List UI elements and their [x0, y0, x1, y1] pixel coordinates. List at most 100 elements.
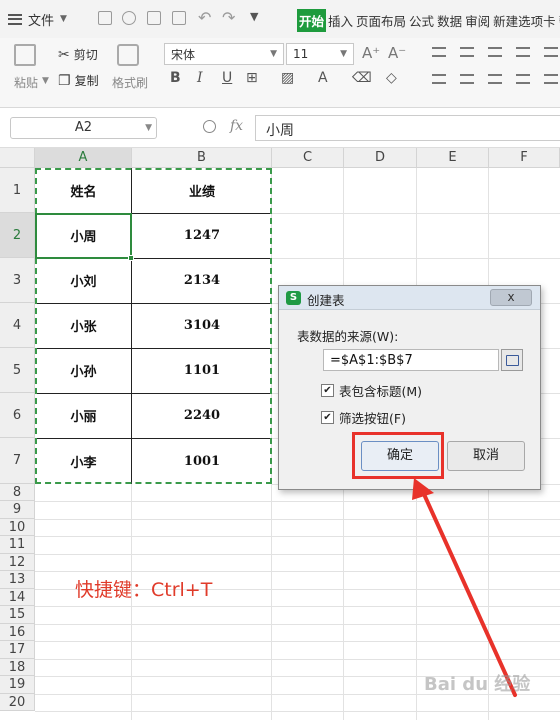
gridline: [35, 536, 560, 537]
wrap-text-icon[interactable]: [516, 47, 530, 57]
tab-formulas[interactable]: 公式: [408, 9, 435, 32]
eraser-icon[interactable]: ⌫: [352, 70, 372, 86]
align-center-icon[interactable]: [460, 74, 474, 84]
distribute-icon[interactable]: [544, 74, 558, 84]
row-header-5[interactable]: 5: [0, 348, 35, 393]
close-button[interactable]: x: [490, 289, 532, 306]
formula-bar: A2 ▼ fx 小周: [0, 108, 560, 148]
tab-review[interactable]: 审阅: [464, 9, 491, 32]
row-header-15[interactable]: 15: [0, 606, 35, 624]
row-header-6[interactable]: 6: [0, 393, 35, 438]
redo-icon[interactable]: ↷: [222, 8, 235, 27]
name-box[interactable]: A2 ▼: [10, 117, 157, 139]
select-all-corner[interactable]: [0, 148, 35, 168]
clear-format-icon[interactable]: ◇: [386, 70, 397, 86]
source-range-input[interactable]: =$A$1:$B$7: [323, 349, 499, 371]
row-header-9[interactable]: 9: [0, 501, 35, 519]
column-header-e[interactable]: E: [417, 148, 489, 168]
copy-icon: ❐: [58, 72, 71, 89]
fx-icon[interactable]: fx: [230, 118, 243, 134]
align-left-icon[interactable]: [432, 74, 446, 84]
gridline: [35, 711, 560, 712]
range-select-icon[interactable]: [501, 349, 523, 371]
justify-icon[interactable]: [516, 74, 530, 84]
paste-button-label[interactable]: 粘贴: [14, 74, 38, 91]
row-header-10[interactable]: 10: [0, 519, 35, 536]
font-name-select[interactable]: 宋体 ▼: [164, 43, 284, 65]
borders-icon[interactable]: ⊞: [246, 70, 258, 86]
decrease-font-icon[interactable]: A⁻: [388, 44, 406, 62]
fill-color-icon[interactable]: ▨: [281, 70, 294, 86]
cut-button[interactable]: ✂ 剪切: [58, 46, 98, 63]
row-header-7[interactable]: 7: [0, 438, 35, 484]
tab-page-layout[interactable]: 页面布局: [355, 9, 407, 32]
file-menu-label: 文件: [28, 13, 55, 29]
filter-checkbox-label: 筛选按钮(F): [339, 411, 406, 426]
column-header-a[interactable]: A: [35, 148, 132, 168]
row-header-20[interactable]: 20: [0, 694, 35, 711]
formula-input[interactable]: 小周: [255, 115, 560, 141]
tab-data[interactable]: 数据: [436, 9, 463, 32]
bold-button[interactable]: B: [170, 70, 181, 86]
filter-checkbox-row[interactable]: ✔ 筛选按钮(F): [321, 408, 406, 427]
export-icon[interactable]: [122, 11, 136, 25]
tab-new-tab[interactable]: 新建选项卡: [492, 9, 557, 32]
dialog-title-bar[interactable]: S 创建表 x: [279, 286, 540, 310]
column-header-b[interactable]: B: [132, 148, 272, 168]
font-name-value: 宋体: [171, 47, 196, 62]
filter-checkbox[interactable]: ✔: [321, 411, 334, 424]
header-checkbox-row[interactable]: ✔ 表包含标题(M): [321, 381, 422, 400]
row-header-13[interactable]: 13: [0, 571, 35, 589]
copy-button[interactable]: ❐ 复制: [58, 72, 99, 89]
scissors-icon: ✂: [58, 46, 70, 63]
format-painter-label[interactable]: 格式刷: [112, 74, 148, 91]
row-header-12[interactable]: 12: [0, 554, 35, 571]
align-right-icon[interactable]: [488, 74, 502, 84]
header-checkbox-label: 表包含标题(M): [339, 384, 423, 399]
row-header-16[interactable]: 16: [0, 624, 35, 641]
gridline: [35, 606, 560, 607]
undo-icon[interactable]: ↶: [198, 8, 211, 27]
header-checkbox[interactable]: ✔: [321, 384, 334, 397]
source-label: 表数据的来源(W):: [297, 329, 399, 344]
row-header-1[interactable]: 1: [0, 168, 35, 213]
row-header-4[interactable]: 4: [0, 303, 35, 348]
row-header-19[interactable]: 19: [0, 676, 35, 694]
save-icon[interactable]: [98, 11, 112, 25]
cancel-button[interactable]: 取消: [447, 441, 525, 471]
quick-access-more-icon[interactable]: ▼: [250, 10, 258, 23]
row-header-17[interactable]: 17: [0, 641, 35, 659]
row-header-14[interactable]: 14: [0, 589, 35, 606]
column-header-c[interactable]: C: [272, 148, 344, 168]
column-header-f[interactable]: F: [489, 148, 560, 168]
font-color-icon[interactable]: A: [318, 70, 328, 86]
row-header-11[interactable]: 11: [0, 536, 35, 554]
increase-font-icon[interactable]: A⁺: [362, 44, 380, 62]
column-header-d[interactable]: D: [344, 148, 417, 168]
tab-insert[interactable]: 插入: [327, 9, 354, 32]
align-bottom-icon[interactable]: [488, 47, 502, 57]
format-painter-icon[interactable]: [117, 44, 139, 66]
underline-button[interactable]: U: [222, 70, 232, 86]
gridline: [272, 213, 560, 214]
paste-icon[interactable]: [14, 44, 36, 66]
ribbon-tabs: 开始 插入 页面布局 公式 数据 审阅 新建选项卡 帮: [297, 9, 560, 32]
row-header-18[interactable]: 18: [0, 659, 35, 676]
file-menu[interactable]: 文件 ▼: [8, 9, 67, 29]
indent-icon[interactable]: [544, 47, 558, 57]
cut-label: 剪切: [73, 48, 98, 62]
print-preview-icon[interactable]: [172, 11, 186, 25]
gridline: [35, 659, 560, 660]
tab-home[interactable]: 开始: [297, 9, 327, 32]
paste-dropdown-icon[interactable]: ▼: [42, 76, 49, 86]
fill-handle[interactable]: [128, 255, 134, 261]
zoom-icon[interactable]: [203, 120, 216, 133]
font-size-select[interactable]: 11 ▼: [286, 43, 354, 65]
align-top-icon[interactable]: [432, 47, 446, 57]
align-middle-icon[interactable]: [460, 47, 474, 57]
row-header-3[interactable]: 3: [0, 258, 35, 303]
row-header-8[interactable]: 8: [0, 484, 35, 501]
italic-button[interactable]: I: [197, 70, 203, 86]
row-header-2[interactable]: 2: [0, 213, 35, 258]
print-icon[interactable]: [147, 11, 161, 25]
